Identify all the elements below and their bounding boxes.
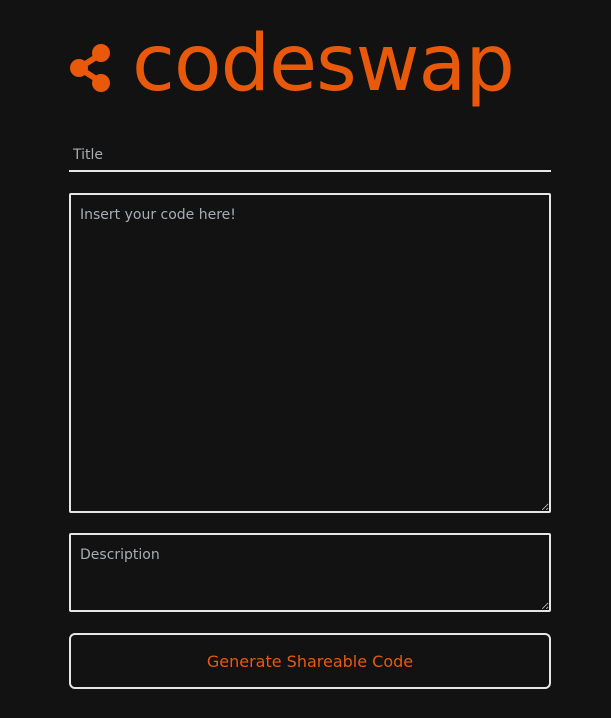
share-icon (68, 43, 112, 93)
page: codeswap Generate Shareable Code (0, 0, 611, 718)
description-textarea[interactable] (69, 533, 551, 612)
title-input[interactable] (69, 140, 551, 172)
generate-shareable-code-button[interactable]: Generate Shareable Code (69, 633, 551, 689)
brand-name: codeswap (132, 19, 515, 109)
code-textarea[interactable] (69, 193, 551, 513)
brand-logo: codeswap (68, 18, 515, 118)
